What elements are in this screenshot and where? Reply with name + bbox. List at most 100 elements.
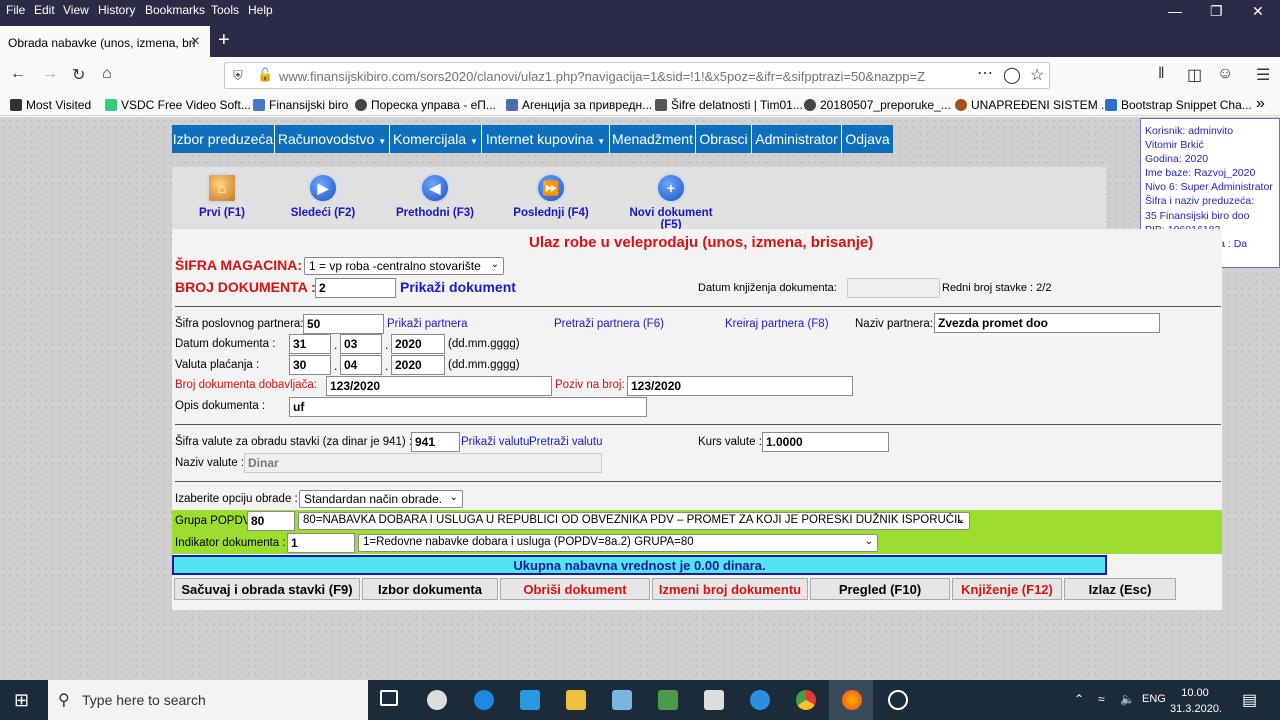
bookmark-preporuke[interactable]: 20180507_preporuke_... (804, 98, 951, 112)
preview-button[interactable]: Pregled (F10) (810, 578, 950, 600)
menu-help[interactable]: Help (248, 3, 273, 17)
document-date-month[interactable]: 03 (340, 334, 382, 354)
exchange-rate-input[interactable]: 1.0000 (762, 432, 889, 452)
exit-button[interactable]: Izlaz (Esc) (1064, 578, 1176, 600)
page-actions-icon[interactable]: ⋯ (977, 63, 993, 83)
reload-icon[interactable]: ↻ (72, 65, 85, 85)
bookmark-sifre-delatnosti[interactable]: Šifre delatnosti | Tim01... (655, 98, 803, 112)
popdv-group-select[interactable]: 80=NABAVKA DOBARA I USLUGA U REPUBLICI O… (298, 512, 970, 530)
task-view-icon[interactable] (380, 690, 398, 706)
bookmark-unapredjeni-sistem[interactable]: UNAPREĐENI SISTEM ... (955, 98, 1111, 112)
show-currency-link[interactable]: Prikaži valutu (461, 436, 529, 448)
account-icon[interactable]: ☺ (1217, 65, 1233, 83)
show-partner-link[interactable]: Prikaži partnera (387, 318, 468, 330)
previous-button[interactable]: ◀ Prethodni (F3) (394, 173, 476, 219)
nav-racunovodstvo[interactable]: Računovodstvo ▼ (275, 125, 390, 153)
description-input[interactable]: uf (289, 397, 647, 417)
library-icon[interactable]: ‖ (1158, 65, 1165, 83)
back-icon[interactable]: ← (10, 65, 26, 83)
document-indicator-input[interactable]: 1 (287, 533, 355, 553)
edge-icon[interactable] (474, 690, 494, 710)
close-window-icon[interactable]: ✕ (1252, 3, 1264, 20)
create-partner-link[interactable]: Kreiraj partnera (F8) (725, 318, 829, 330)
menu-history[interactable]: History (98, 3, 135, 17)
next-button[interactable]: ▶ Sledeći (F2) (288, 173, 358, 219)
menu-tools[interactable]: Tools (211, 3, 239, 17)
minimize-icon[interactable]: — (1168, 3, 1182, 19)
language-indicator[interactable]: ENG (1142, 693, 1166, 705)
url-bar[interactable]: ⛨ 🔓 www.finansijskibiro.com/sors2020/cla… (224, 62, 1050, 89)
file-explorer-icon[interactable] (566, 690, 586, 710)
ie-icon[interactable] (520, 690, 540, 710)
last-button[interactable]: ⏩ Poslednji (F4) (512, 173, 590, 219)
first-button[interactable]: ⌂ Prvi (F1) (194, 173, 250, 219)
post-button[interactable]: Knjiženje (F12) (952, 578, 1062, 600)
app-icon[interactable] (750, 690, 770, 710)
nav-menadzment[interactable]: Menadžment (610, 125, 696, 153)
bookmark-vsdc[interactable]: VSDC Free Video Soft... (105, 98, 251, 112)
tray-chevron-icon[interactable]: ⌃ (1074, 692, 1084, 706)
shield-icon[interactable]: ⛨ (233, 68, 243, 84)
payment-due-year[interactable]: 2020 (391, 355, 445, 375)
app-icon[interactable] (427, 690, 447, 710)
document-number-input[interactable]: 2 (315, 278, 396, 298)
save-and-process-button[interactable]: Sačuvaj i obrada stavki (F9) (174, 578, 360, 600)
document-date-year[interactable]: 2020 (391, 334, 445, 354)
select-document-button[interactable]: Izbor dokumenta (362, 578, 498, 600)
wifi-icon[interactable]: ≈ (1098, 692, 1105, 706)
bookmark-finansijski-biro[interactable]: Finansijski biro (253, 98, 348, 112)
popdv-group-input[interactable]: 80 (247, 511, 295, 531)
nav-izbor-preduzeca[interactable]: Izbor preduzeća (172, 125, 275, 153)
warehouse-select[interactable]: 1 = vp roba -centralno stovarište ⌄ (304, 257, 504, 275)
document-date-day[interactable]: 31 (289, 334, 331, 354)
partner-code-input[interactable]: 50 (303, 314, 384, 334)
change-document-number-button[interactable]: Izmeni broj dokumentu (652, 578, 808, 600)
currency-code-input[interactable]: 941 (411, 432, 460, 452)
app-icon[interactable] (888, 690, 908, 710)
new-tab-icon[interactable]: + (218, 29, 230, 52)
forward-icon[interactable]: → (42, 65, 58, 83)
notifications-icon[interactable]: ▤ (1242, 690, 1257, 710)
nav-obrasci[interactable]: Obrasci (696, 125, 752, 153)
tab-close-icon[interactable]: × (191, 33, 200, 51)
app-icon[interactable] (658, 690, 678, 710)
search-partner-link[interactable]: Pretraži partnera (F6) (554, 318, 664, 330)
firefox-icon[interactable] (842, 690, 862, 710)
bookmark-most-visited[interactable]: Most Visited (10, 98, 91, 112)
nav-komercijala[interactable]: Komercijala ▼ (390, 125, 482, 153)
insecure-lock-icon[interactable]: 🔓 (257, 67, 273, 83)
chrome-icon[interactable] (796, 690, 816, 710)
new-document-button[interactable]: + Novi dokument (F5) (618, 173, 724, 231)
active-tab[interactable]: Obrada nabavke (unos, izmena, bri × (0, 26, 210, 57)
bookmark-bootstrap[interactable]: Bootstrap Snippet Cha... (1105, 98, 1252, 112)
payment-due-day[interactable]: 30 (289, 355, 331, 375)
bookmarks-overflow-icon[interactable]: » (1256, 95, 1265, 113)
sidebar-icon[interactable]: ◫ (1187, 65, 1202, 85)
menu-bookmarks[interactable]: Bookmarks (145, 3, 205, 17)
maximize-icon[interactable]: ❐ (1210, 3, 1223, 20)
payment-due-month[interactable]: 04 (340, 355, 382, 375)
bookmark-poreska-uprava[interactable]: Пореска управа - еП... (355, 98, 496, 112)
calculator-icon[interactable] (704, 690, 724, 710)
menu-view[interactable]: View (63, 3, 89, 17)
supplier-document-input[interactable]: 123/2020 (326, 376, 552, 396)
nav-internet-kupovina[interactable]: Internet kupovina ▼ (482, 125, 610, 153)
delete-document-button[interactable]: Obriši dokument (500, 578, 650, 600)
bookmark-star-icon[interactable]: ☆ (1030, 65, 1044, 85)
url-text[interactable]: www.finansijskibiro.com/sors2020/clanovi… (279, 69, 925, 84)
windows-start-icon[interactable]: ⊞ (14, 690, 29, 711)
processing-option-select[interactable]: Standardan način obrade. ⌄ (299, 490, 463, 508)
app-icon[interactable] (612, 690, 632, 710)
nav-odjava[interactable]: Odjava (842, 125, 893, 153)
menu-edit[interactable]: Edit (34, 3, 55, 17)
nav-administrator[interactable]: Administrator (752, 125, 842, 153)
home-icon[interactable]: ⌂ (102, 65, 112, 83)
show-document-link[interactable]: Prikaži dokument (400, 279, 516, 295)
taskbar-search[interactable]: ⚲ Type here to search (48, 680, 368, 720)
partner-name-input[interactable]: Zvezda promet doo (934, 313, 1160, 333)
clock[interactable]: 10.00 31.3.2020. (1170, 685, 1222, 717)
bookmark-agencija[interactable]: Агенција за привредн... (506, 98, 652, 112)
reference-number-input[interactable]: 123/2020 (627, 376, 853, 396)
menu-file[interactable]: File (6, 3, 25, 17)
hamburger-menu-icon[interactable]: ☰ (1256, 65, 1270, 85)
